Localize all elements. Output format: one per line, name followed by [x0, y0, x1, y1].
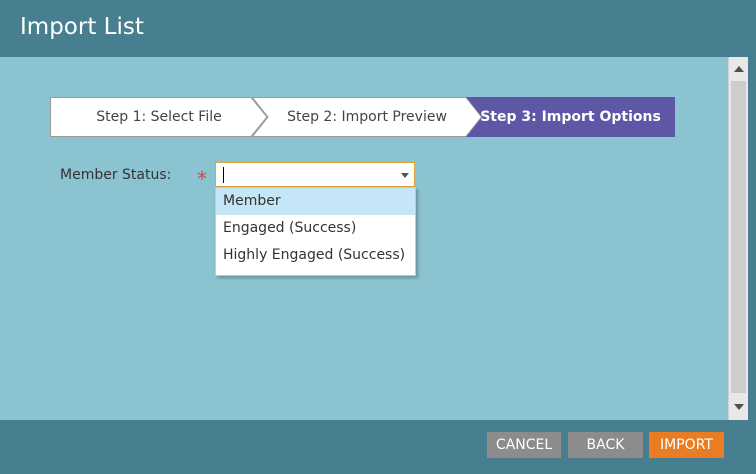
member-status-dropdown-list: Member Engaged (Success) Highly Engaged …	[215, 187, 416, 276]
scroll-up-arrow-icon[interactable]	[734, 66, 744, 72]
scroll-down-arrow-icon[interactable]	[734, 404, 744, 410]
step-import-options: Step 3: Import Options	[466, 97, 675, 137]
dropdown-option-member[interactable]: Member	[216, 188, 415, 215]
member-status-combobox[interactable]	[215, 162, 415, 187]
step-label: Step 3: Import Options	[480, 109, 661, 125]
import-button[interactable]: IMPORT	[649, 432, 724, 458]
step-label: Step 2: Import Preview	[287, 109, 447, 125]
dialog-footer: CANCEL BACK IMPORT	[0, 420, 756, 474]
back-button[interactable]: BACK	[568, 432, 643, 458]
scrollbar-thumb[interactable]	[731, 81, 746, 393]
dialog-title: Import List	[20, 14, 144, 40]
vertical-scrollbar[interactable]	[728, 57, 748, 420]
step-select-file: Step 1: Select File	[50, 97, 268, 137]
step-label: Step 1: Select File	[96, 109, 222, 125]
dialog-titlebar: Import List	[0, 0, 756, 57]
step-import-preview: Step 2: Import Preview	[252, 97, 482, 137]
member-status-label: Member Status:	[60, 167, 172, 183]
dropdown-option-engaged[interactable]: Engaged (Success)	[216, 215, 415, 242]
wizard-steps: Step 1: Select File Step 2: Import Previ…	[50, 97, 675, 137]
dropdown-option-highly-engaged[interactable]: Highly Engaged (Success)	[216, 242, 415, 269]
dialog-right-border	[748, 57, 756, 420]
cancel-button[interactable]: CANCEL	[487, 432, 561, 458]
chevron-down-icon[interactable]	[401, 173, 409, 178]
required-asterisk: *	[197, 167, 207, 191]
text-caret	[223, 167, 224, 183]
